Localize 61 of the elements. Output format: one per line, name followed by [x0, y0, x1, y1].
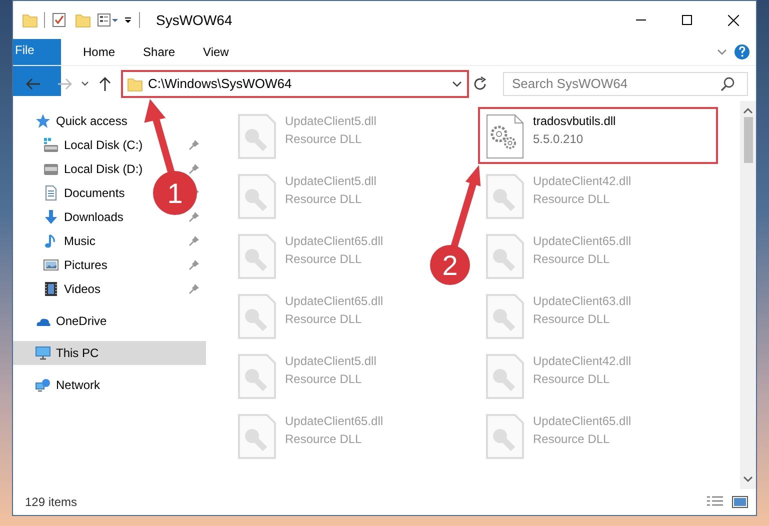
- sidebar-item[interactable]: Documents: [64, 184, 125, 202]
- file-name: tradosvbutils.dll: [533, 113, 616, 130]
- sidebar-item[interactable]: Videos: [64, 280, 100, 298]
- download-arrow-icon: [43, 209, 59, 225]
- file-detail: Resource DLL: [285, 251, 363, 268]
- network-icon: [35, 377, 51, 393]
- document-icon: [43, 185, 59, 201]
- search-field[interactable]: Search SysWOW64: [503, 72, 748, 96]
- picture-icon: [43, 257, 59, 273]
- file-detail: Resource DLL: [285, 431, 363, 448]
- sidebar-item[interactable]: Network: [56, 376, 100, 394]
- file-detail: 5.5.0.210: [533, 131, 584, 148]
- window-title: SysWOW64: [156, 10, 232, 30]
- file-detail: Resource DLL: [533, 431, 611, 448]
- sidebar-item[interactable]: This PC: [13, 341, 206, 365]
- star-icon: [35, 113, 51, 129]
- drive-icon: [43, 137, 59, 153]
- large-icons-view-icon[interactable]: [732, 495, 748, 509]
- scroll-down-icon[interactable]: [743, 475, 753, 483]
- file-item[interactable]: tradosvbutils.dll 5.5.0.210: [478, 107, 718, 164]
- file-detail: Resource DLL: [285, 191, 363, 208]
- up-arrow-icon[interactable]: [97, 76, 113, 92]
- close-icon[interactable]: [728, 14, 738, 26]
- ribbon-tab[interactable]: View: [189, 39, 243, 65]
- minimize-icon[interactable]: [636, 19, 646, 21]
- forward-arrow-icon[interactable]: [57, 76, 73, 92]
- properties-icon[interactable]: [97, 12, 119, 28]
- callout-badge: 1: [153, 171, 197, 215]
- sidebar-item[interactable]: Quick access: [56, 112, 128, 130]
- file-detail: Resource DLL: [533, 191, 611, 208]
- folder-icon: [127, 76, 143, 92]
- sidebar-item[interactable]: OneDrive: [56, 312, 107, 330]
- monitor-icon: [35, 345, 51, 361]
- ribbon-tab[interactable]: Share: [129, 39, 190, 65]
- drive-icon: [43, 161, 59, 177]
- scrollbar-thumb[interactable]: [744, 117, 752, 163]
- file-detail: Resource DLL: [533, 251, 611, 268]
- refresh-icon[interactable]: [473, 76, 489, 92]
- scrollbar[interactable]: [740, 101, 756, 489]
- file-detail: Resource DLL: [533, 371, 611, 388]
- search-icon[interactable]: [720, 76, 736, 92]
- maximize-icon[interactable]: [682, 15, 692, 25]
- caret-icon[interactable]: [81, 81, 89, 86]
- file-detail: Resource DLL: [285, 131, 363, 148]
- sidebar-item[interactable]: Local Disk (C:): [64, 136, 143, 154]
- checklist-icon[interactable]: [51, 12, 67, 28]
- callout-badge: 2: [430, 245, 470, 285]
- sidebar-item[interactable]: Local Disk (D:): [64, 160, 143, 178]
- film-strip-icon: [43, 281, 59, 297]
- item-count: 129 items: [25, 494, 78, 511]
- ribbon-tab[interactable]: Home: [69, 39, 130, 65]
- file-detail: Resource DLL: [533, 311, 611, 328]
- file-menu-button[interactable]: File: [13, 39, 61, 96]
- file-detail: Resource DLL: [285, 371, 363, 388]
- sidebar-item[interactable]: Music: [64, 232, 96, 250]
- file-detail: Resource DLL: [285, 311, 363, 328]
- address-field[interactable]: C:\Windows\SysWOW64: [121, 70, 469, 98]
- sidebar-item[interactable]: Pictures: [64, 256, 108, 274]
- back-arrow-icon[interactable]: [25, 76, 41, 92]
- scroll-up-icon[interactable]: [743, 107, 753, 115]
- sidebar-item[interactable]: Downloads: [64, 208, 124, 226]
